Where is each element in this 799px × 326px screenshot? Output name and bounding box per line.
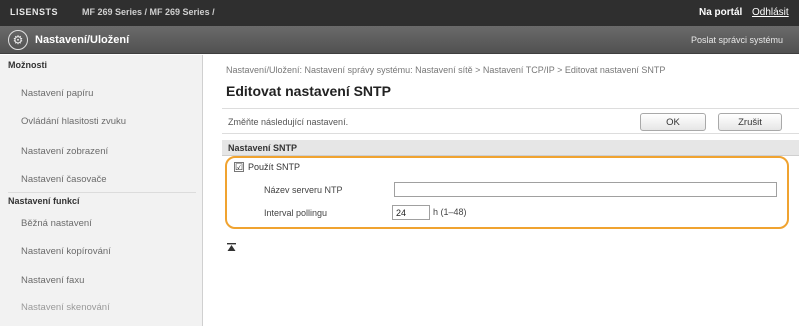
sidebar: Možnosti Nastavení papíru Ovládání hlasi…	[0, 55, 203, 326]
sidebar-item-timer-settings[interactable]: Nastavení časovače	[21, 174, 107, 185]
use-sntp-label: Použít SNTP	[248, 162, 301, 172]
sidebar-item-volume-control[interactable]: Ovládání hlasitosti zvuku	[21, 116, 126, 127]
page-title: Editovat nastavení SNTP	[226, 83, 391, 99]
brand-logo: LISENSTS	[10, 7, 59, 17]
ok-button[interactable]: OK	[640, 113, 706, 131]
sidebar-section-function-settings: Nastavení funkcí	[8, 196, 80, 206]
sidebar-item-fax-settings[interactable]: Nastavení faxu	[21, 275, 84, 286]
sidebar-divider	[8, 192, 196, 193]
send-to-admin-link[interactable]: Poslat správci systému	[691, 35, 783, 45]
ntp-server-label: Název serveru NTP	[264, 185, 343, 195]
portal-link[interactable]: Na portál	[699, 7, 742, 18]
settings-icon: ⚙	[8, 30, 28, 50]
sidebar-item-common-settings[interactable]: Běžná nastavení	[21, 218, 92, 229]
cancel-button[interactable]: Zrušit	[718, 113, 782, 131]
use-sntp-checkbox[interactable]: ☑	[234, 162, 244, 172]
instruction-text: Změňte následující nastavení.	[228, 117, 349, 127]
section-title: Nastavení SNTP	[228, 143, 298, 153]
sidebar-item-scan-settings[interactable]: Nastavení skenování	[21, 302, 110, 313]
device-model: MF 269 Series / MF 269 Series /	[82, 7, 215, 17]
scroll-to-top-icon[interactable]	[227, 243, 236, 252]
ntp-server-input[interactable]	[394, 182, 777, 197]
sidebar-item-paper-settings[interactable]: Nastavení papíru	[21, 88, 93, 99]
breadcrumb: Nastavení/Uložení: Nastavení správy syst…	[226, 65, 666, 75]
polling-interval-label: Interval pollingu	[264, 208, 328, 218]
section-header: Nastavení SNTP	[222, 140, 799, 156]
sidebar-section-options: Možnosti	[8, 60, 47, 70]
title-bar: ⚙ Nastavení/Uložení Poslat správci systé…	[0, 26, 799, 54]
action-bar: Změňte následující nastavení. OK Zrušit	[222, 108, 799, 134]
logout-link[interactable]: Odhlásit	[752, 7, 789, 18]
top-bar: LISENSTS MF 269 Series / MF 269 Series /…	[0, 0, 799, 26]
sidebar-item-copy-settings[interactable]: Nastavení kopírování	[21, 246, 111, 257]
main-content: Nastavení/Uložení: Nastavení správy syst…	[204, 55, 799, 326]
sidebar-item-display-settings[interactable]: Nastavení zobrazení	[21, 146, 108, 157]
page-header-title: Nastavení/Uložení	[35, 34, 130, 46]
polling-interval-input[interactable]	[392, 205, 430, 220]
polling-interval-unit: h (1–48)	[433, 207, 467, 217]
